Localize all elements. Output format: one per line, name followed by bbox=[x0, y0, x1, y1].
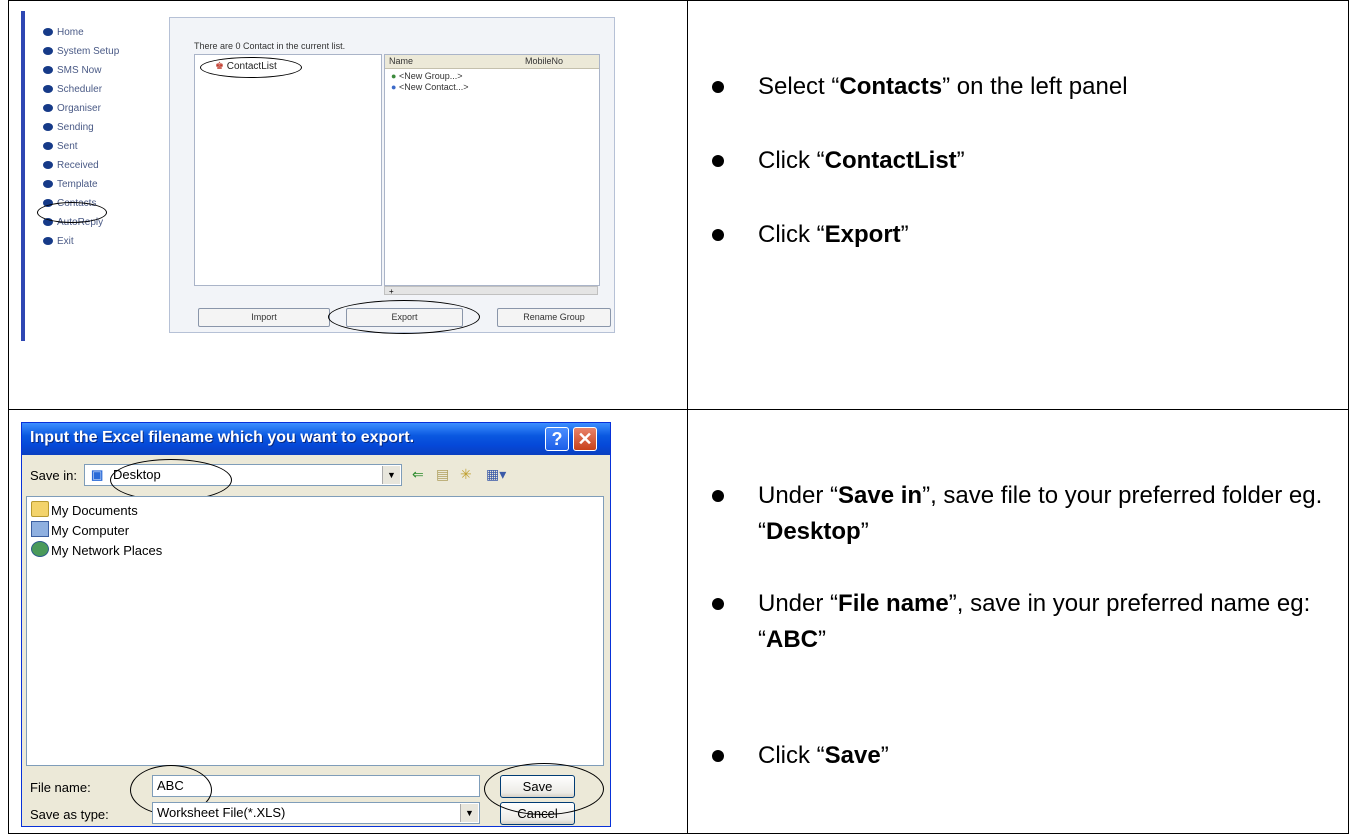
computer-icon bbox=[31, 521, 49, 537]
file-name-label: File name: bbox=[30, 780, 91, 795]
menu-item-contacts[interactable]: Contacts bbox=[41, 194, 161, 213]
bullet-icon bbox=[43, 28, 53, 36]
list-item[interactable]: ● <New Contact...> bbox=[391, 82, 469, 92]
instruction-item: Click “Save” bbox=[712, 738, 1328, 774]
folder-icon bbox=[31, 501, 49, 517]
cell-instructions-2: Under “Save in”, save file to your prefe… bbox=[687, 409, 1349, 834]
cancel-button[interactable]: Cancel bbox=[500, 802, 575, 825]
dialog-title: Input the Excel filename which you want … bbox=[30, 429, 415, 446]
contact-list[interactable]: Name MobileNo ● <New Group...> ● <New Co… bbox=[384, 54, 600, 286]
bullet-icon bbox=[43, 123, 53, 131]
menu-item-system-setup[interactable]: System Setup bbox=[41, 42, 161, 61]
save-in-select[interactable]: ▣ Desktop ▼ bbox=[84, 464, 402, 486]
desktop-icon: ▣ bbox=[91, 467, 104, 482]
rename-group-button[interactable]: Rename Group bbox=[497, 308, 611, 327]
close-button[interactable]: ✕ bbox=[573, 427, 597, 451]
new-folder-icon[interactable]: ✳ bbox=[460, 466, 472, 483]
file-browser[interactable]: My Documents My Computer My Network Plac… bbox=[26, 496, 604, 766]
contact-count-message: There are 0 Contact in the current list. bbox=[194, 41, 346, 51]
import-button[interactable]: Import bbox=[198, 308, 330, 327]
up-folder-icon[interactable]: ▤ bbox=[436, 466, 449, 483]
bullet-icon bbox=[43, 237, 53, 245]
list-item-my-documents[interactable]: My Documents bbox=[31, 501, 138, 518]
menu-item-organiser[interactable]: Organiser bbox=[41, 99, 161, 118]
help-button[interactable]: ? bbox=[545, 427, 569, 451]
instruction-list: Select “Contacts” on the left panel Clic… bbox=[712, 69, 1328, 253]
contacts-screenshot: Home System Setup SMS Now Scheduler Orga… bbox=[21, 11, 627, 341]
network-icon bbox=[31, 541, 49, 557]
menu-item-template[interactable]: Template bbox=[41, 175, 161, 194]
bullet-icon bbox=[43, 218, 53, 226]
menu-item-scheduler[interactable]: Scheduler bbox=[41, 80, 161, 99]
menu-item-sms-now[interactable]: SMS Now bbox=[41, 61, 161, 80]
menu-item-sending[interactable]: Sending bbox=[41, 118, 161, 137]
back-icon[interactable]: ⇐ bbox=[412, 466, 424, 483]
menu-item-home[interactable]: Home bbox=[41, 23, 161, 42]
contacts-icon: ♚ bbox=[215, 61, 224, 72]
chevron-down-icon[interactable]: ▼ bbox=[460, 804, 478, 822]
save-button[interactable]: Save bbox=[500, 775, 575, 798]
save-dialog: Input the Excel filename which you want … bbox=[21, 422, 611, 827]
bullet-icon bbox=[43, 180, 53, 188]
contacts-panel: There are 0 Contact in the current list.… bbox=[169, 17, 615, 334]
export-button[interactable]: Export bbox=[346, 308, 463, 327]
bullet-icon bbox=[43, 161, 53, 169]
column-name[interactable]: Name bbox=[389, 56, 413, 66]
left-menu: Home System Setup SMS Now Scheduler Orga… bbox=[41, 23, 161, 251]
instruction-item: Click “Export” bbox=[712, 217, 1328, 253]
column-mobileno[interactable]: MobileNo bbox=[525, 56, 563, 66]
save-as-type-label: Save as type: bbox=[30, 807, 109, 822]
group-tree[interactable]: ♚ ContactList bbox=[194, 54, 382, 286]
cell-instructions-1: Select “Contacts” on the left panel Clic… bbox=[687, 0, 1349, 410]
bullet-icon bbox=[43, 104, 53, 112]
view-menu-icon[interactable]: ▦▾ bbox=[486, 466, 506, 483]
file-name-input[interactable]: ABC bbox=[152, 775, 480, 797]
menu-item-sent[interactable]: Sent bbox=[41, 137, 161, 156]
bullet-icon bbox=[43, 47, 53, 55]
chevron-down-icon[interactable]: ▼ bbox=[382, 466, 400, 484]
menu-item-exit[interactable]: Exit bbox=[41, 232, 161, 251]
menu-item-received[interactable]: Received bbox=[41, 156, 161, 175]
accent-bar bbox=[21, 11, 25, 341]
list-item-my-computer[interactable]: My Computer bbox=[31, 521, 129, 538]
bullet-icon bbox=[43, 142, 53, 150]
instruction-item: Under “File name”, save in your preferre… bbox=[712, 586, 1328, 658]
list-item-my-network-places[interactable]: My Network Places bbox=[31, 541, 162, 558]
contact-icon: ● bbox=[391, 82, 397, 92]
group-icon: ● bbox=[391, 71, 397, 81]
list-header: Name MobileNo bbox=[385, 55, 599, 69]
bullet-icon bbox=[43, 85, 53, 93]
dialog-titlebar[interactable]: Input the Excel filename which you want … bbox=[22, 423, 610, 455]
bullet-icon bbox=[43, 66, 53, 74]
cell-save-dialog: Input the Excel filename which you want … bbox=[8, 409, 688, 834]
tree-node-contactlist[interactable]: ♚ ContactList bbox=[215, 61, 277, 72]
cell-contacts-screenshot: Home System Setup SMS Now Scheduler Orga… bbox=[8, 0, 688, 410]
save-as-type-select[interactable]: Worksheet File(*.XLS) ▼ bbox=[152, 802, 480, 824]
instruction-item: Select “Contacts” on the left panel bbox=[712, 69, 1328, 105]
save-in-label: Save in: bbox=[30, 468, 77, 483]
instruction-item: Under “Save in”, save file to your prefe… bbox=[712, 478, 1328, 550]
menu-item-autoreply[interactable]: AutoReply bbox=[41, 213, 161, 232]
bullet-icon bbox=[43, 199, 53, 207]
list-item[interactable]: ● <New Group...> bbox=[391, 71, 463, 81]
instruction-item: Click “ContactList” bbox=[712, 143, 1328, 179]
horizontal-scrollbar[interactable]: + bbox=[384, 286, 598, 296]
instruction-list: Under “Save in”, save file to your prefe… bbox=[712, 478, 1328, 774]
